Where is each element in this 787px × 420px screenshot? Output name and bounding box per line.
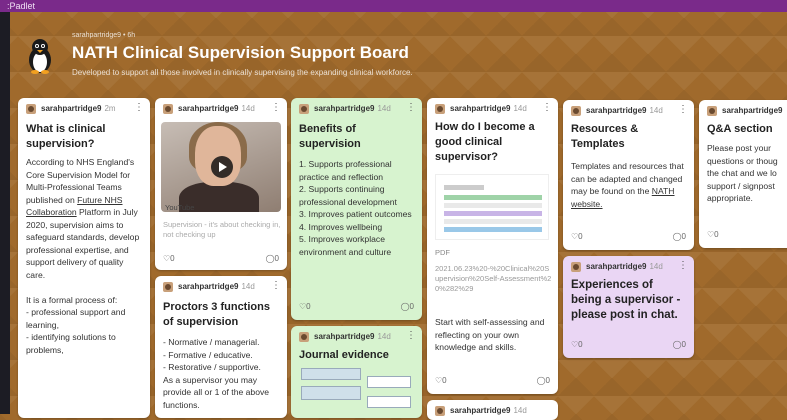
post-title: Resources & Templates — [571, 123, 639, 150]
padlet-logo[interactable]: :Padlet — [7, 0, 35, 12]
post-header: sarahpartridge9 14d — [435, 406, 552, 418]
post-card-partial[interactable]: sarahpartridge9 14d — [427, 400, 558, 420]
post-author: sarahpartridge9 14d — [314, 104, 391, 113]
post-body: Please post your questions or thoug the … — [707, 143, 778, 203]
post-header: sarahpartridge9 14d ⋮ — [299, 331, 416, 344]
post-body: Templates and resources that can be adap… — [571, 161, 684, 209]
avatar — [163, 282, 173, 292]
more-options-icon[interactable]: ⋮ — [542, 103, 552, 113]
post-author: sarahpartridge9 — [722, 106, 783, 115]
pdf-thumbnail[interactable] — [435, 174, 549, 240]
board-title: NATH Clinical Supervision Support Board — [72, 43, 409, 62]
more-options-icon[interactable]: ⋮ — [678, 105, 688, 115]
post-card-qa[interactable]: sarahpartridge9 Q&A section Please post … — [699, 100, 787, 248]
post-footer: ♡0 — [707, 230, 787, 242]
post-footer: ♡0 ◯0 — [299, 302, 414, 314]
post-author: sarahpartridge9 14d — [314, 332, 391, 341]
post-header: sarahpartridge9 14d ⋮ — [163, 103, 281, 116]
post-footer: ♡0 ◯0 — [571, 232, 686, 244]
video-caption: Supervision - it's about checking in, no… — [163, 220, 281, 239]
post-footer: ♡0 ◯0 — [571, 340, 686, 352]
like-button[interactable]: ♡0 — [571, 340, 583, 349]
board-header: sarahpartridge9 • 6h NATH Clinical Super… — [20, 28, 620, 88]
post-title: How do I become a good clinical supervis… — [435, 121, 535, 163]
more-options-icon[interactable]: ⋮ — [406, 331, 416, 341]
post-body: According to NHS England's Core Supervis… — [26, 157, 140, 355]
post-title: Experiences of being a supervisor - plea… — [571, 279, 681, 321]
app-topbar: :Padlet — [0, 0, 787, 12]
post-header: sarahpartridge9 14d ⋮ — [163, 281, 281, 294]
more-options-icon[interactable]: ⋮ — [271, 281, 281, 291]
comment-button[interactable]: ◯0 — [266, 254, 279, 263]
comment-button[interactable]: ◯0 — [673, 232, 686, 241]
play-icon[interactable] — [211, 156, 233, 178]
post-header: sarahpartridge9 14d ⋮ — [435, 103, 552, 116]
post-header: sarahpartridge9 2m ⋮ — [26, 103, 144, 116]
post-author: sarahpartridge9 14d — [586, 262, 663, 271]
post-title: Q&A section — [707, 123, 773, 135]
penguin-icon — [29, 39, 51, 74]
flowchart-image[interactable] — [297, 366, 415, 416]
post-author: sarahpartridge9 14d — [178, 282, 255, 291]
post-card-experiences[interactable]: sarahpartridge9 14d ⋮ Experiences of bein… — [563, 256, 694, 358]
post-author: sarahpartridge9 14d — [450, 104, 527, 113]
post-title: What is clinical supervision? — [26, 123, 106, 150]
post-body: 1. Supports professional practice and re… — [299, 159, 412, 257]
avatar — [299, 104, 309, 114]
comment-button[interactable]: ◯0 — [537, 376, 550, 385]
post-card-video[interactable]: sarahpartridge9 14d ⋮ YouTube Supervision… — [155, 98, 287, 270]
post-body: - Normative / managerial. - Formative / … — [163, 337, 270, 410]
file-name: 2021.06.23%20-%20Clinical%20Supervision%… — [435, 264, 552, 293]
post-author: sarahpartridge9 2m — [41, 104, 116, 113]
post-card-benefits[interactable]: sarahpartridge9 14d ⋮ Benefits of supervi… — [291, 98, 422, 320]
board-description: Developed to support all those involved … — [72, 68, 413, 77]
post-footer: ♡0 ◯0 — [435, 376, 550, 388]
avatar — [571, 262, 581, 272]
comment-button[interactable]: ◯0 — [673, 340, 686, 349]
post-card-journal[interactable]: sarahpartridge9 14d ⋮ Journal evidence — [291, 326, 422, 418]
avatar — [707, 106, 717, 116]
post-card-resources[interactable]: sarahpartridge9 14d ⋮ Resources & Templat… — [563, 100, 694, 250]
post-title: Journal evidence — [299, 349, 389, 361]
post-header: sarahpartridge9 14d ⋮ — [571, 261, 688, 274]
post-author: sarahpartridge9 14d — [586, 106, 663, 115]
avatar — [26, 104, 36, 114]
post-header: sarahpartridge9 14d ⋮ — [571, 105, 688, 118]
avatar — [299, 332, 309, 342]
avatar — [163, 104, 173, 114]
comment-button[interactable]: ◯0 — [401, 302, 414, 311]
more-options-icon[interactable]: ⋮ — [678, 261, 688, 271]
left-strip — [0, 12, 10, 414]
video-thumbnail[interactable] — [161, 122, 281, 212]
more-options-icon[interactable]: ⋮ — [406, 103, 416, 113]
like-button[interactable]: ♡0 — [163, 254, 175, 263]
like-button[interactable]: ♡0 — [707, 230, 719, 239]
post-header: sarahpartridge9 — [707, 106, 787, 118]
file-type-label: PDF — [435, 248, 450, 257]
video-source-label: YouTube — [165, 203, 195, 212]
more-options-icon[interactable]: ⋮ — [134, 103, 144, 113]
post-author: sarahpartridge9 14d — [178, 104, 255, 113]
avatar — [435, 104, 445, 114]
post-title: Proctors 3 functions of supervision — [163, 301, 270, 328]
like-button[interactable]: ♡0 — [571, 232, 583, 241]
post-title: Benefits of supervision — [299, 123, 361, 150]
like-button[interactable]: ♡0 — [435, 376, 447, 385]
board-meta: sarahpartridge9 • 6h — [72, 32, 136, 39]
more-options-icon[interactable]: ⋮ — [271, 103, 281, 113]
post-card-good-supervisor[interactable]: sarahpartridge9 14d ⋮ How do I become a g… — [427, 98, 558, 394]
post-header: sarahpartridge9 14d ⋮ — [299, 103, 416, 116]
post-card-proctors[interactable]: sarahpartridge9 14d ⋮ Proctors 3 function… — [155, 276, 287, 418]
post-card-what-is-supervision[interactable]: sarahpartridge9 2m ⋮ What is clinical sup… — [18, 98, 150, 418]
post-footer: ♡0 ◯0 — [163, 254, 279, 266]
like-button[interactable]: ♡0 — [299, 302, 311, 311]
avatar — [435, 406, 445, 416]
avatar — [571, 106, 581, 116]
post-body: Start with self-assessing and reflecting… — [435, 317, 545, 352]
